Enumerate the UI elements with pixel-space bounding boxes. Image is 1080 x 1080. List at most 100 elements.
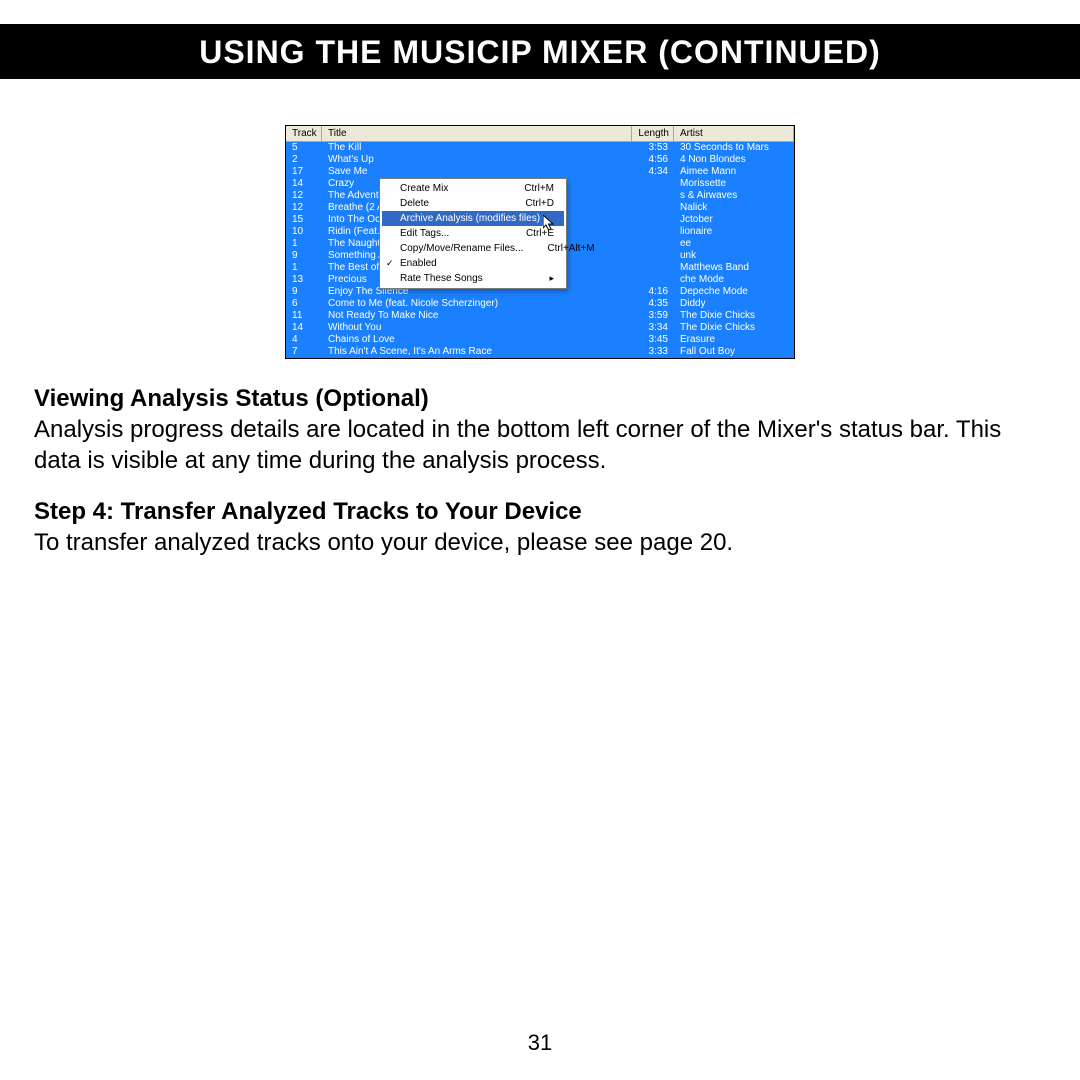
page-number: 31 — [0, 1030, 1080, 1056]
cell-artist: 30 Seconds to Mars — [674, 142, 794, 154]
menu-label: Create Mix — [400, 183, 448, 194]
cell-length — [634, 178, 674, 190]
cell-track: 6 — [286, 298, 322, 310]
tracklist-body: 5The Kill3:5330 Seconds to Mars2What's U… — [286, 142, 794, 358]
cell-length: 3:53 — [634, 142, 674, 154]
cell-artist: Erasure — [674, 334, 794, 346]
menu-label: Copy/Move/Rename Files... — [400, 243, 523, 254]
menu-item-enabled[interactable]: ✓ Enabled — [382, 256, 564, 271]
table-row[interactable]: 4Chains of Love3:45Erasure — [286, 334, 794, 346]
cell-length — [634, 214, 674, 226]
cell-track: 7 — [286, 346, 322, 358]
cell-track: 5 — [286, 142, 322, 154]
table-row[interactable]: 6Come to Me (feat. Nicole Scherzinger)4:… — [286, 298, 794, 310]
cell-track: 15 — [286, 214, 322, 226]
menu-shortcut: Ctrl+Alt+M — [547, 243, 594, 254]
cell-artist: Morissette — [674, 178, 794, 190]
menu-shortcut: Ctrl+M — [524, 183, 554, 194]
menu-label: Edit Tags... — [400, 228, 449, 239]
cell-artist: lionaire — [674, 226, 794, 238]
cell-track: 4 — [286, 334, 322, 346]
section-heading-step4: Step 4: Transfer Analyzed Tracks to Your… — [34, 498, 1046, 526]
cell-artist: Diddy — [674, 298, 794, 310]
document-page: USING THE MUSICIP MIXER (CONTINUED) Trac… — [0, 0, 1080, 1080]
menu-label: Enabled — [400, 258, 437, 269]
cell-track: 11 — [286, 310, 322, 322]
cell-track: 1 — [286, 238, 322, 250]
cursor-icon — [543, 215, 555, 233]
cell-length: 3:59 — [634, 310, 674, 322]
cell-track: 17 — [286, 166, 322, 178]
table-row[interactable]: 17Save Me4:34Aimee Mann — [286, 166, 794, 178]
section-heading-analysis-status: Viewing Analysis Status (Optional) — [34, 385, 1046, 413]
menu-shortcut: Ctrl+D — [525, 198, 554, 209]
cell-length — [634, 202, 674, 214]
cell-title: Without You — [322, 322, 634, 334]
menu-item-archive-analysis[interactable]: Archive Analysis (modifies files) — [382, 211, 564, 226]
table-row[interactable]: 7This Ain't A Scene, It's An Arms Race3:… — [286, 346, 794, 358]
submenu-arrow-icon: ▸ — [549, 273, 554, 284]
menu-label: Archive Analysis (modifies files) — [400, 213, 540, 224]
cell-length: 4:16 — [634, 286, 674, 298]
checkmark-icon: ✓ — [386, 258, 394, 269]
column-header-length: Length — [632, 126, 674, 141]
cell-length — [634, 250, 674, 262]
cell-artist: unk — [674, 250, 794, 262]
section-body-analysis-status: Analysis progress details are located in… — [34, 415, 1046, 476]
section-body-step4: To transfer analyzed tracks onto your de… — [34, 528, 1046, 559]
cell-track: 9 — [286, 286, 322, 298]
table-row[interactable]: 5The Kill3:5330 Seconds to Mars — [286, 142, 794, 154]
cell-length — [634, 190, 674, 202]
cell-length: 3:33 — [634, 346, 674, 358]
page-title-banner: USING THE MUSICIP MIXER (CONTINUED) — [0, 24, 1080, 79]
context-menu: Create Mix Ctrl+M Delete Ctrl+D Archive … — [379, 178, 567, 289]
cell-track: 1 — [286, 262, 322, 274]
cell-artist: 4 Non Blondes — [674, 154, 794, 166]
table-row[interactable]: 14Without You3:34The Dixie Chicks — [286, 322, 794, 334]
table-row[interactable]: 11Not Ready To Make Nice3:59The Dixie Ch… — [286, 310, 794, 322]
cell-length — [634, 238, 674, 250]
cell-artist: s & Airwaves — [674, 190, 794, 202]
cell-track: 12 — [286, 190, 322, 202]
cell-length: 4:34 — [634, 166, 674, 178]
cell-artist: Depeche Mode — [674, 286, 794, 298]
cell-title: Come to Me (feat. Nicole Scherzinger) — [322, 298, 634, 310]
column-header-title: Title — [322, 126, 632, 141]
table-row[interactable]: 2What's Up4:564 Non Blondes — [286, 154, 794, 166]
cell-length: 4:56 — [634, 154, 674, 166]
menu-label: Delete — [400, 198, 429, 209]
cell-artist: Fall Out Boy — [674, 346, 794, 358]
cell-track: 13 — [286, 274, 322, 286]
cell-artist: Jctober — [674, 214, 794, 226]
menu-item-copy-move-rename[interactable]: Copy/Move/Rename Files... Ctrl+Alt+M — [382, 241, 564, 256]
column-header-track: Track — [286, 126, 322, 141]
cell-track: 10 — [286, 226, 322, 238]
cell-length — [634, 262, 674, 274]
cell-artist: Aimee Mann — [674, 166, 794, 178]
cell-length: 3:34 — [634, 322, 674, 334]
cell-track: 9 — [286, 250, 322, 262]
cell-artist: Nalick — [674, 202, 794, 214]
cell-track: 12 — [286, 202, 322, 214]
cell-artist: ee — [674, 238, 794, 250]
cell-title: This Ain't A Scene, It's An Arms Race — [322, 346, 634, 358]
cell-title: What's Up — [322, 154, 634, 166]
cell-track: 14 — [286, 178, 322, 190]
menu-item-create-mix[interactable]: Create Mix Ctrl+M — [382, 181, 564, 196]
cell-artist: The Dixie Chicks — [674, 322, 794, 334]
cell-length — [634, 274, 674, 286]
cell-artist: che Mode — [674, 274, 794, 286]
menu-label: Rate These Songs — [400, 273, 483, 284]
menu-item-rate-songs[interactable]: Rate These Songs ▸ — [382, 271, 564, 286]
cell-length — [634, 226, 674, 238]
cell-title: Chains of Love — [322, 334, 634, 346]
cell-title: The Kill — [322, 142, 634, 154]
cell-title: Save Me — [322, 166, 634, 178]
cell-length: 4:35 — [634, 298, 674, 310]
menu-item-delete[interactable]: Delete Ctrl+D — [382, 196, 564, 211]
cell-track: 14 — [286, 322, 322, 334]
cell-track: 2 — [286, 154, 322, 166]
tracklist-header-row: Track Title Length Artist — [286, 126, 794, 142]
cell-length: 3:45 — [634, 334, 674, 346]
menu-item-edit-tags[interactable]: Edit Tags... Ctrl+E — [382, 226, 564, 241]
